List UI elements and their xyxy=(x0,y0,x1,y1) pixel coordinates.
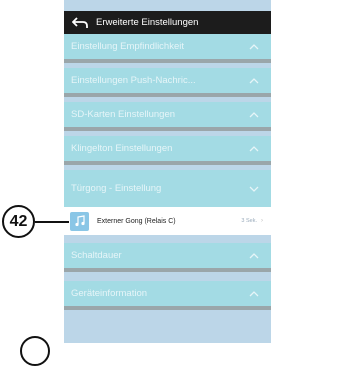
section-device-info[interactable]: Geräteinformation xyxy=(64,281,271,310)
item-value: 3 Sek. xyxy=(241,218,257,224)
back-arrow-icon[interactable] xyxy=(72,16,88,29)
section-label: Schaltdauer xyxy=(71,250,122,261)
chevron-up-icon xyxy=(249,290,259,296)
chevron-up-icon xyxy=(249,111,259,117)
section-ringtone[interactable]: Klingelton Einstellungen xyxy=(64,136,271,165)
chevron-down-icon xyxy=(249,186,259,192)
section-sd-card[interactable]: SD-Karten Einstellungen xyxy=(64,102,271,131)
chevron-up-icon xyxy=(249,145,259,151)
phone-screen: Erweiterte Einstellungen Einstellung Emp… xyxy=(64,0,271,343)
callout-circle-partial xyxy=(20,336,50,366)
item-label: Externer Gong (Relais C) xyxy=(97,217,176,225)
chevron-up-icon xyxy=(249,252,259,258)
external-chime-row[interactable]: Externer Gong (Relais C) 3 Sek. › xyxy=(64,207,271,235)
section-label: Einstellungen Push-Nachric... xyxy=(71,75,196,86)
section-label: SD-Karten Einstellungen xyxy=(71,109,176,120)
section-label: Klingelton Einstellungen xyxy=(71,143,173,154)
section-label: Geräteinformation xyxy=(71,288,148,299)
section-door-chime[interactable]: Türgong - Einstellung xyxy=(64,170,271,207)
section-push-notifications[interactable]: Einstellungen Push-Nachric... xyxy=(64,68,271,97)
callout-number: 42 xyxy=(2,205,35,238)
callout-line xyxy=(35,221,69,223)
section-label: Einstellung Empfindlichkeit xyxy=(71,41,185,52)
page-title: Erweiterte Einstellungen xyxy=(96,17,199,28)
section-switch-duration[interactable]: Schaltdauer xyxy=(64,243,271,272)
section-label: Türgong - Einstellung xyxy=(71,183,162,194)
music-note-icon xyxy=(70,211,89,231)
section-sensitivity[interactable]: Einstellung Empfindlichkeit xyxy=(64,34,271,63)
chevron-right-icon: › xyxy=(261,218,263,224)
header-bar: Erweiterte Einstellungen xyxy=(64,11,271,34)
chevron-up-icon xyxy=(249,43,259,49)
chevron-up-icon xyxy=(249,77,259,83)
